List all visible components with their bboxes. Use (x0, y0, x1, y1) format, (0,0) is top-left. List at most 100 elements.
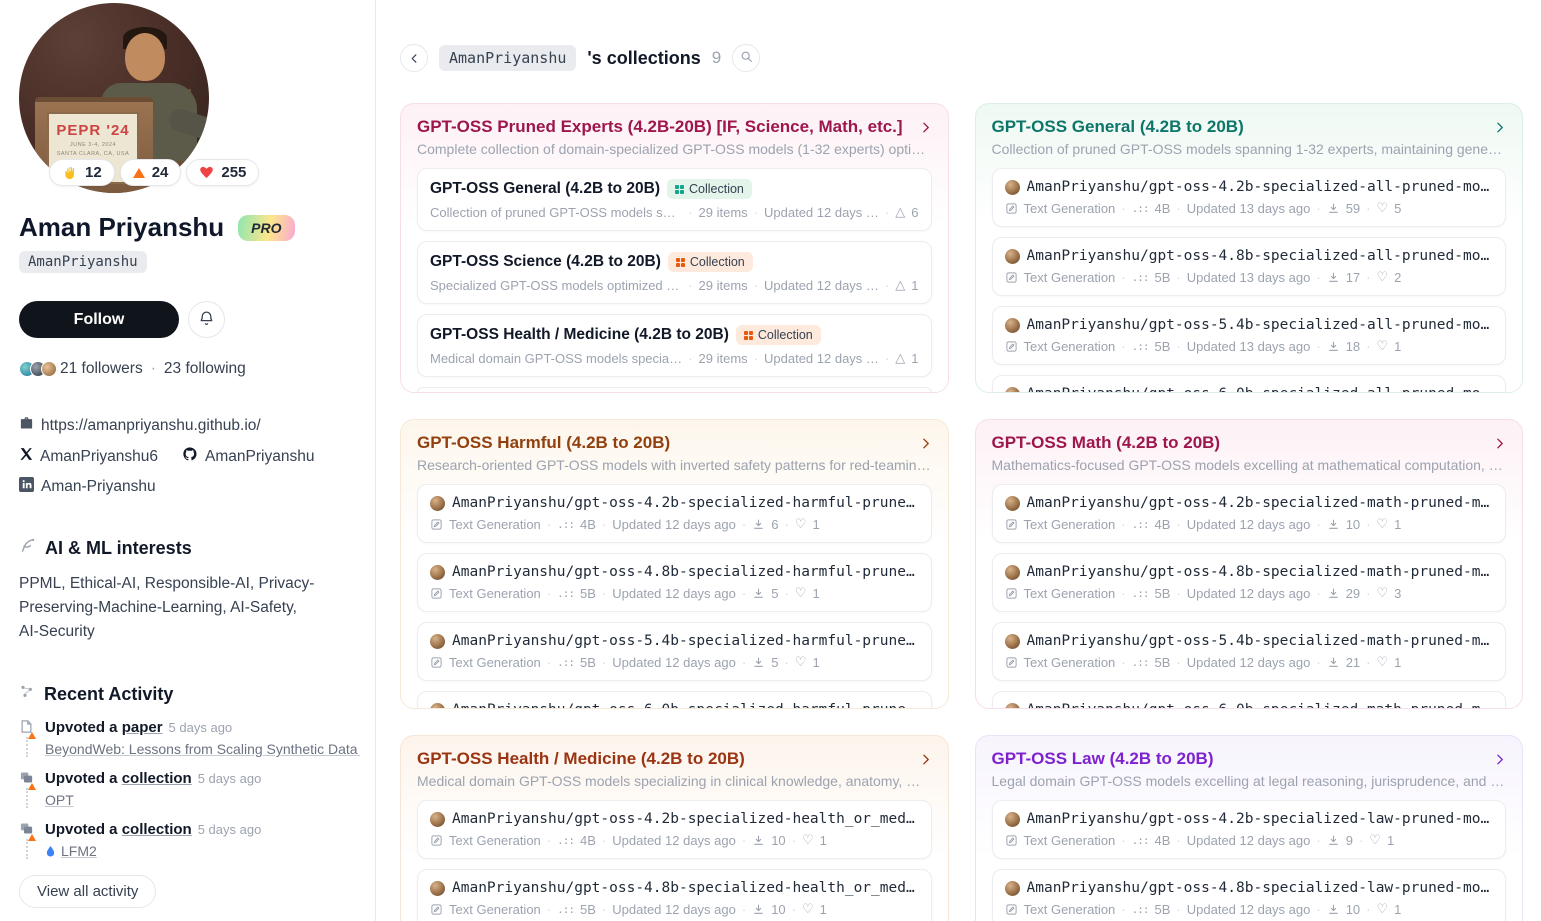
subcollection-row[interactable]: GPT-OSS Health / Medicine (4.2B to 20B)C… (417, 314, 932, 377)
model-task: Text Generation (1024, 655, 1116, 670)
collection-card[interactable]: GPT-OSS Harmful (4.2B to 20B)Research-or… (400, 419, 949, 709)
model-name: AmanPriyanshu/gpt-oss-4.8b-specialized-h… (452, 880, 919, 896)
search-button[interactable] (732, 44, 760, 72)
subcollection-row[interactable] (417, 387, 932, 393)
model-row[interactable]: AmanPriyanshu/gpt-oss-5.4b-specialized-m… (992, 622, 1507, 681)
collection-card-title[interactable]: GPT-OSS Pruned Experts (4.2B-20B) [IF, S… (417, 117, 903, 137)
collection-card-title[interactable]: GPT-OSS General (4.2B to 20B) (992, 117, 1244, 137)
view-all-activity-button[interactable]: View all activity (19, 875, 156, 908)
model-updated: Updated 12 days ago (612, 833, 736, 848)
model-row[interactable]: AmanPriyanshu/gpt-oss-6.0b-specialized-h… (417, 691, 932, 709)
model-row[interactable]: AmanPriyanshu/gpt-oss-4.2b-specialized-h… (417, 484, 932, 543)
github-handle[interactable]: AmanPriyanshu (205, 448, 314, 466)
pro-badge[interactable]: PRO (238, 215, 294, 241)
collection-card-title[interactable]: GPT-OSS Law (4.2B to 20B) (992, 749, 1214, 769)
model-likes: 1 (812, 586, 819, 601)
activity-time: 5 days ago (198, 822, 262, 837)
model-downloads: 10 (1346, 902, 1360, 917)
chevron-right-icon[interactable] (919, 753, 932, 766)
header-username-chip[interactable]: AmanPriyanshu (439, 45, 576, 71)
download-icon (752, 518, 765, 531)
collection-card-description: Collection of pruned GPT-OSS models span… (992, 141, 1507, 157)
model-row[interactable]: AmanPriyanshu/gpt-oss-6.0b-specialized-a… (992, 375, 1507, 393)
model-row[interactable]: AmanPriyanshu/gpt-oss-6.0b-specialized-m… (992, 691, 1507, 709)
model-row[interactable]: AmanPriyanshu/gpt-oss-4.8b-specialized-h… (417, 869, 932, 921)
model-row[interactable]: AmanPriyanshu/gpt-oss-4.8b-specialized-a… (992, 237, 1507, 296)
model-name: AmanPriyanshu/gpt-oss-4.2b-specialized-l… (1027, 811, 1494, 827)
model-row[interactable]: AmanPriyanshu/gpt-oss-5.4b-specialized-h… (417, 622, 932, 681)
chevron-right-icon[interactable] (1493, 121, 1506, 134)
model-row[interactable]: AmanPriyanshu/gpt-oss-4.2b-specialized-m… (992, 484, 1507, 543)
upvote-marker-icon (28, 783, 36, 790)
model-row[interactable]: AmanPriyanshu/gpt-oss-4.2b-specialized-a… (992, 168, 1507, 227)
text-generation-task-icon (430, 656, 443, 669)
chevron-right-icon[interactable] (919, 437, 932, 450)
download-icon (752, 834, 765, 847)
collection-card[interactable]: GPT-OSS Law (4.2B to 20B)Legal domain GP… (975, 735, 1524, 921)
activity-action: Upvoted a collection5 days ago (45, 821, 355, 838)
subcollection-description: Specialized GPT-OSS models optimized fo… (430, 278, 682, 293)
model-likes: 1 (1394, 902, 1401, 917)
username-chip[interactable]: AmanPriyanshu (19, 251, 147, 273)
activity-target-link[interactable]: OPT (45, 792, 355, 808)
model-owner-avatar (430, 881, 445, 896)
activity-action-link[interactable]: paper (122, 719, 163, 736)
profile-name: Aman Priyanshu (19, 212, 224, 243)
collection-card-title[interactable]: GPT-OSS Health / Medicine (4.2B to 20B) (417, 749, 745, 769)
following-count[interactable]: 23 following (164, 360, 246, 378)
model-updated: Updated 12 days ago (1187, 833, 1311, 848)
activity-action-link[interactable]: collection (122, 770, 192, 787)
profile-stat-pill[interactable]: 255 (186, 159, 259, 186)
download-icon (1327, 518, 1340, 531)
profile-stat-pill[interactable]: 12 (49, 159, 115, 186)
text-generation-task-icon (430, 834, 443, 847)
model-row[interactable]: AmanPriyanshu/gpt-oss-4.2b-specialized-h… (417, 800, 932, 859)
interests-title: AI & ML interests (45, 538, 192, 559)
collection-card[interactable]: GPT-OSS Pruned Experts (4.2B-20B) [IF, S… (400, 103, 949, 393)
activity-target-link[interactable]: BeyondWeb: Lessons from Scaling Syntheti… (45, 741, 360, 757)
follow-button[interactable]: Follow (19, 301, 179, 338)
interests-icon (19, 537, 36, 559)
download-icon (1327, 271, 1340, 284)
followers-count[interactable]: 21 followers (60, 360, 143, 378)
model-owner-avatar (1005, 881, 1020, 896)
stat-value: 255 (221, 164, 246, 181)
download-icon (1327, 587, 1340, 600)
model-size: 4B (580, 517, 596, 532)
subcollection-updated: Updated 12 days … (764, 351, 879, 366)
chevron-right-icon[interactable] (1493, 437, 1506, 450)
back-button[interactable] (400, 44, 428, 72)
twitter-handle[interactable]: AmanPriyanshu6 (40, 448, 158, 466)
model-size: 5B (1155, 339, 1171, 354)
collection-card-title[interactable]: GPT-OSS Math (4.2B to 20B) (992, 433, 1221, 453)
model-row[interactable]: AmanPriyanshu/gpt-oss-4.8b-specialized-h… (417, 553, 932, 612)
model-updated: Updated 12 days ago (1187, 586, 1311, 601)
subcollection-title: GPT-OSS Science (4.2B to 20B) (430, 253, 661, 271)
model-owner-avatar (430, 565, 445, 580)
linkedin-handle[interactable]: Aman-Priyanshu (41, 478, 156, 496)
model-name: AmanPriyanshu/gpt-oss-6.0b-specialized-a… (1027, 386, 1494, 393)
model-row[interactable]: AmanPriyanshu/gpt-oss-5.4b-specialized-a… (992, 306, 1507, 365)
model-owner-avatar (1005, 812, 1020, 827)
subcollection-row[interactable]: GPT-OSS Science (4.2B to 20B)CollectionS… (417, 241, 932, 304)
activity-action-link[interactable]: collection (122, 821, 192, 838)
subcollection-item-count: 29 items (699, 205, 748, 220)
model-row[interactable]: AmanPriyanshu/gpt-oss-4.2b-specialized-l… (992, 800, 1507, 859)
model-row[interactable]: AmanPriyanshu/gpt-oss-4.8b-specialized-m… (992, 553, 1507, 612)
profile-stat-pill[interactable]: 24 (120, 159, 182, 186)
activity-target-link[interactable]: LFM2 (45, 843, 355, 859)
text-generation-task-icon (430, 903, 443, 916)
subcollection-row[interactable]: GPT-OSS General (4.2B to 20B)CollectionC… (417, 168, 932, 231)
model-updated: Updated 12 days ago (1187, 902, 1311, 917)
collection-card[interactable]: GPT-OSS General (4.2B to 20B) Collection … (975, 103, 1524, 393)
model-row[interactable]: AmanPriyanshu/gpt-oss-4.8b-specialized-l… (992, 869, 1507, 921)
notification-bell-button[interactable] (188, 301, 225, 338)
collection-card[interactable]: GPT-OSS Health / Medicine (4.2B to 20B)M… (400, 735, 949, 921)
collection-card[interactable]: GPT-OSS Math (4.2B to 20B) Mathematics-fo… (975, 419, 1524, 709)
chevron-right-icon[interactable] (919, 121, 932, 134)
collection-card-description: Mathematics-focused GPT-OSS models excel… (992, 457, 1507, 473)
website-link[interactable]: https://amanpriyanshu.github.io/ (41, 417, 261, 435)
subcollection-item-count: 29 items (699, 278, 748, 293)
collection-card-title[interactable]: GPT-OSS Harmful (4.2B to 20B) (417, 433, 670, 453)
chevron-right-icon[interactable] (1493, 753, 1506, 766)
